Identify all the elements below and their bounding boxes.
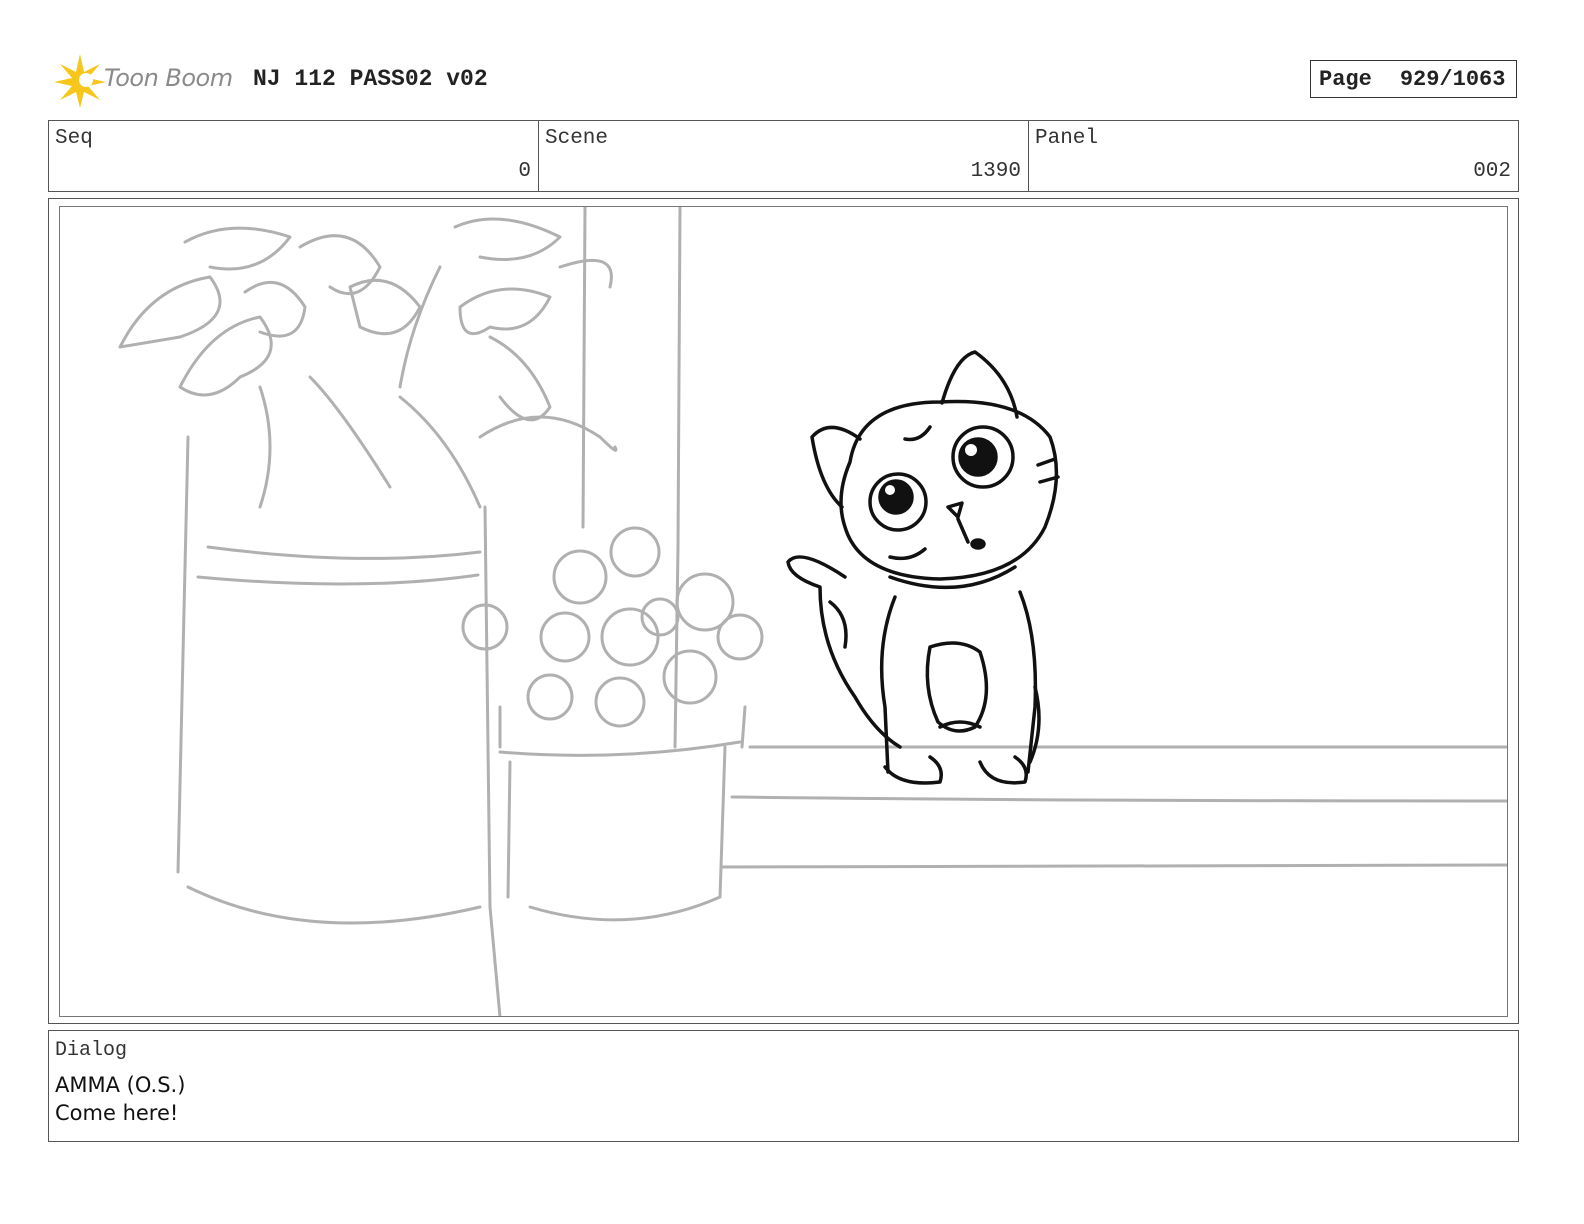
dialog-line: Come here! <box>55 1101 179 1125</box>
cat-sketch <box>786 350 1060 785</box>
dialog-box: Dialog AMMA (O.S.) Come here! <box>48 1030 1519 1142</box>
dialog-label: Dialog <box>55 1039 128 1062</box>
dialog-speaker: AMMA (O.S.) <box>55 1073 186 1097</box>
panel-value: 002 <box>1473 160 1511 183</box>
scene-value: 1390 <box>970 160 1021 183</box>
page-label: Page <box>1319 66 1372 92</box>
storyboard-drawing <box>59 206 1508 1017</box>
background-sketch <box>118 207 1507 1016</box>
seq-value: 0 <box>518 160 531 183</box>
panel-cell: Panel 002 <box>1029 121 1518 191</box>
sketch-illustration <box>118 207 1507 1016</box>
page-number: 929/1063 <box>1399 66 1506 92</box>
page-indicator: Page 929/1063 <box>1310 60 1517 98</box>
dialog-text: AMMA (O.S.) Come here! <box>55 1071 185 1127</box>
seq-cell: Seq 0 <box>49 121 539 191</box>
project-title: NJ 112 PASS02 v02 <box>253 66 488 92</box>
logo-text: Toon Boom <box>104 64 233 92</box>
sun-star-icon <box>54 54 106 108</box>
seq-label: Seq <box>55 127 93 150</box>
storyboard-header: Toon Boom NJ 112 PASS02 v02 Page 929/106… <box>48 50 1538 112</box>
storyboard-panel-frame <box>48 198 1519 1024</box>
toon-boom-logo: Toon Boom <box>48 50 238 112</box>
scene-cell: Scene 1390 <box>539 121 1029 191</box>
panel-label: Panel <box>1035 127 1099 150</box>
scene-info-row: Seq 0 Scene 1390 Panel 002 <box>48 120 1519 192</box>
scene-label: Scene <box>545 127 609 150</box>
